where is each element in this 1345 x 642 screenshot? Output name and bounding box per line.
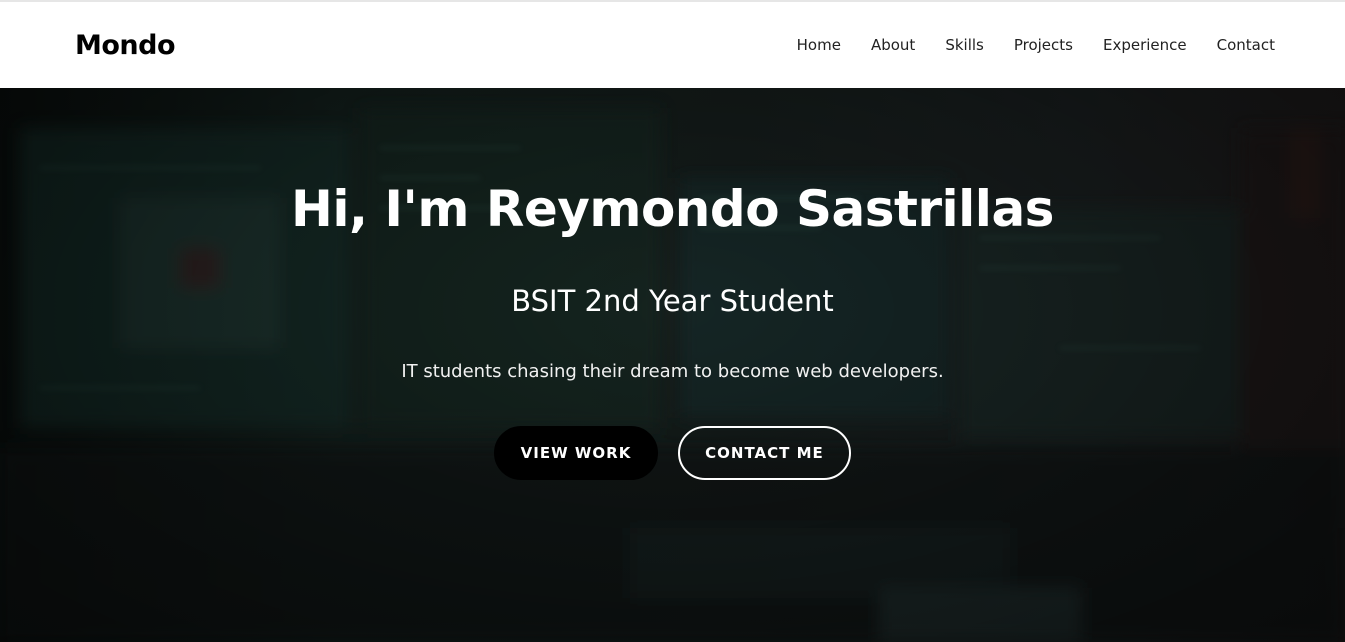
hero-buttons: VIEW WORK CONTACT ME bbox=[0, 426, 1345, 480]
brand-logo[interactable]: Mondo bbox=[75, 30, 176, 61]
hero-content: Hi, I'm Reymondo Sastrillas BSIT 2nd Yea… bbox=[0, 88, 1345, 642]
nav-link-about[interactable]: About bbox=[871, 36, 915, 54]
hero-title: Hi, I'm Reymondo Sastrillas bbox=[291, 180, 1054, 238]
navbar: Mondo Home About Skills Projects Experie… bbox=[0, 0, 1345, 88]
nav-link-projects[interactable]: Projects bbox=[1014, 36, 1073, 54]
nav-link-experience[interactable]: Experience bbox=[1103, 36, 1187, 54]
view-work-button[interactable]: VIEW WORK bbox=[494, 426, 658, 480]
nav-link-home[interactable]: Home bbox=[797, 36, 841, 54]
nav-links: Home About Skills Projects Experience Co… bbox=[767, 36, 1275, 54]
hero-tagline: IT students chasing their dream to becom… bbox=[401, 361, 944, 382]
contact-me-button[interactable]: CONTACT ME bbox=[678, 426, 851, 480]
hero-section: Hi, I'm Reymondo Sastrillas BSIT 2nd Yea… bbox=[0, 88, 1345, 642]
nav-link-contact[interactable]: Contact bbox=[1217, 36, 1275, 54]
hero-subtitle: BSIT 2nd Year Student bbox=[511, 284, 834, 318]
nav-link-skills[interactable]: Skills bbox=[945, 36, 984, 54]
